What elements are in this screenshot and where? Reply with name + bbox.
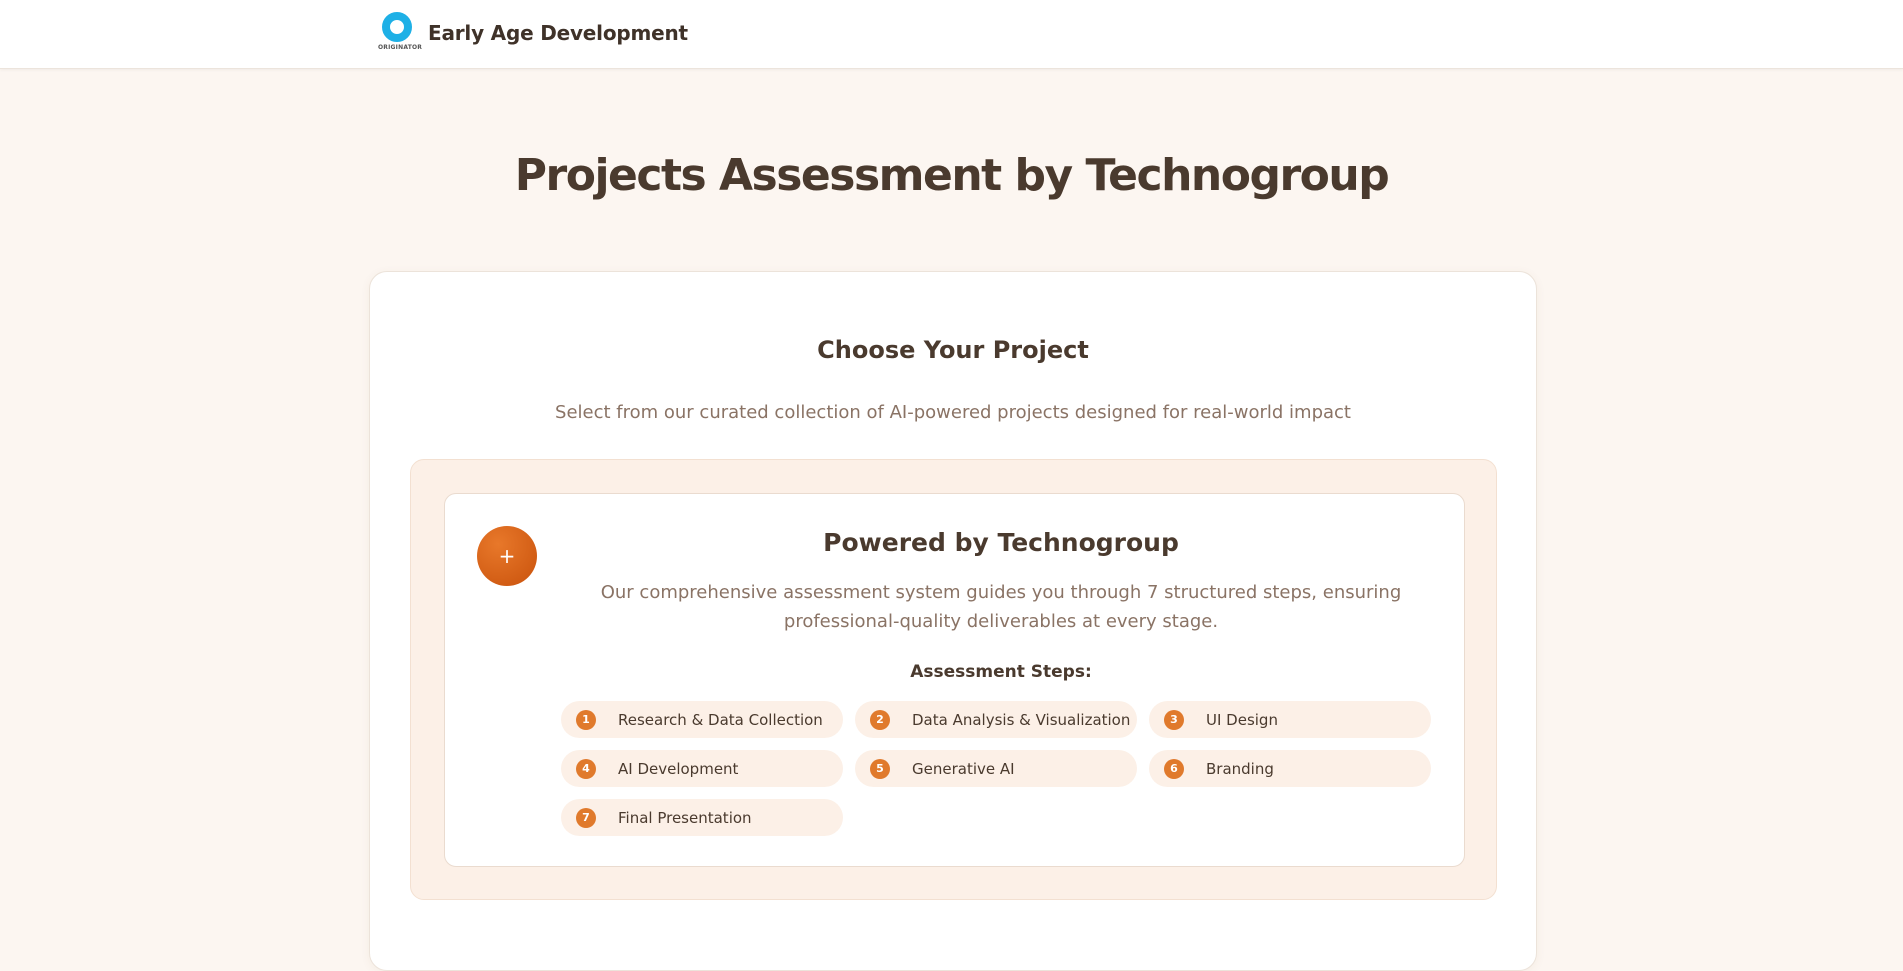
step-item: 5 Generative AI <box>855 750 1137 787</box>
project-card: Choose Your Project Select from our cura… <box>369 271 1537 971</box>
step-label: Data Analysis & Visualization <box>912 710 1131 729</box>
logo-ring-icon <box>382 12 412 42</box>
step-number-badge: 1 <box>576 709 596 730</box>
originator-logo[interactable]: ORIGINATOR <box>378 12 423 54</box>
step-number-badge: 3 <box>1164 709 1184 730</box>
brand[interactable]: ORIGINATOR Early Age Development <box>378 12 688 54</box>
step-item: 6 Branding <box>1149 750 1431 787</box>
step-number-badge: 4 <box>576 758 596 779</box>
powered-section: + Powered by Technogroup Our comprehensi… <box>410 459 1497 900</box>
step-label: UI Design <box>1206 710 1278 729</box>
steps-title: Assessment Steps: <box>910 662 1092 682</box>
powered-title: Powered by Technogroup <box>823 528 1179 557</box>
step-label: Research & Data Collection <box>618 710 823 729</box>
step-label: Final Presentation <box>618 808 752 827</box>
step-item: 1 Research & Data Collection <box>561 701 843 738</box>
page-title: Projects Assessment by Technogroup <box>514 150 1390 201</box>
brand-name[interactable]: Early Age Development <box>428 21 688 45</box>
powered-description: Our comprehensive assessment system guid… <box>600 582 1402 632</box>
step-number-badge: 7 <box>576 807 596 828</box>
step-label: Generative AI <box>912 759 1015 778</box>
logo-text: ORIGINATOR <box>378 44 423 51</box>
step-label: Branding <box>1206 759 1274 778</box>
step-number-badge: 5 <box>870 758 890 779</box>
step-number-badge: 2 <box>870 709 890 730</box>
step-item: 3 UI Design <box>1149 701 1431 738</box>
card-title: Choose Your Project <box>817 336 1089 364</box>
card-subtitle: Select from our curated collection of AI… <box>555 402 1351 423</box>
powered-card: + Powered by Technogroup Our comprehensi… <box>444 493 1465 867</box>
top-navbar: ORIGINATOR Early Age Development <box>0 0 1903 69</box>
step-number-badge: 6 <box>1164 758 1184 779</box>
steps-grid: 1 Research & Data Collection 2 Data Anal… <box>561 701 1431 836</box>
step-item: 2 Data Analysis & Visualization <box>855 701 1137 738</box>
step-label: AI Development <box>618 759 739 778</box>
step-item: 7 Final Presentation <box>561 799 843 836</box>
step-item: 4 AI Development <box>561 750 843 787</box>
sparkle-icon: + <box>477 526 537 586</box>
